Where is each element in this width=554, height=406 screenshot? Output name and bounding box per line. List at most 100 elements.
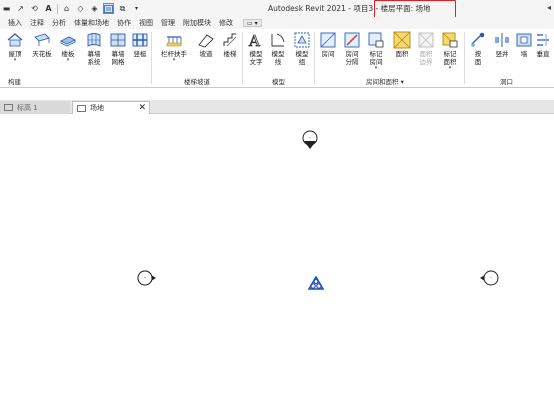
elevation-marker-label: - [144,275,146,281]
curtain-grid-button[interactable]: 幕墙 网格 [106,31,130,66]
shaft-icon [495,33,509,47]
mullion-label: 竖梃 [133,50,147,58]
curtain-system-label-2: 系统 [87,58,101,66]
model-text-label: 模型 文字 [250,50,263,66]
group-label-opening: 洞口 [500,78,513,86]
by-face-label-1: 按 [474,50,482,58]
room-separator-label-1: 房间 [345,50,359,58]
chevron-down-icon: ▾ [13,57,17,63]
shaft-button[interactable]: 竖井 [490,31,514,58]
curtain-system-button[interactable]: 幕墙 系统 [82,31,106,66]
survey-point-icon[interactable] [308,276,324,290]
measure-icon[interactable]: ↗ [15,3,26,14]
model-text-button[interactable]: A 模型 文字 [244,31,268,66]
group-divider [464,32,465,84]
group-label-room-area: 房间和面积 ▾ [366,78,404,86]
thin-lines-icon[interactable]: ◈ [89,3,100,14]
chevron-down-icon: ▾ [172,57,176,63]
by-face-icon [471,32,485,47]
model-line-icon [271,33,285,47]
view-tab-site[interactable]: 场地 ✕ [72,101,150,114]
tab-overflow-dropdown[interactable]: ▭ ▾ [243,19,262,27]
close-icon[interactable]: ✕ [138,103,146,113]
tab-view[interactable]: 视图 [135,17,157,29]
chevron-down-icon: ▾ [374,65,378,71]
tag-room-label: 标记 房间 [370,50,383,66]
tab-collaborate[interactable]: 协作 [113,17,135,29]
shaft-label: 竖井 [495,50,509,58]
area-boundary-button[interactable]: 面积 边界 [414,31,438,66]
tab-addins[interactable]: 附加模块 [179,17,215,29]
drawing-canvas[interactable]: - - - [0,115,554,406]
model-group-button[interactable]: 模型组 [290,31,314,66]
ramp-label: 坡道 [199,50,213,58]
tab-insert[interactable]: 插入 [4,17,26,29]
tab-modify[interactable]: 修改 [215,17,237,29]
tab-manage[interactable]: 管理 [157,17,179,29]
customize-toolbar-icon[interactable]: ▾ [131,3,142,14]
tag-area-button[interactable]: 标记 面积 ▾ [438,31,462,71]
model-group-label: 模型组 [296,50,309,66]
model-line-label-1: 模型 [271,50,285,58]
vertical-opening-button[interactable]: 垂直 [532,31,554,58]
stair-label: 楼梯 [223,50,237,58]
wall-opening-icon [516,33,532,47]
elevation-marker-east[interactable]: - [478,269,500,287]
stair-icon [223,33,237,47]
title-bar: ▬ ↗ ⟲ A ⌂ ◇ ◈ ⧉ ▾ Autodesk Revit 2021 - … [0,0,554,21]
room-separator-label-2: 分隔 [345,58,359,66]
group-divider [151,32,152,84]
curtain-system-label-1: 幕墙 [87,50,101,58]
tab-massing-site[interactable]: 体量和场地 [70,17,113,29]
elevation-marker-label: - [309,135,311,141]
roof-button[interactable]: 屋顶 ▾ [3,31,27,63]
area-boundary-icon [418,32,434,48]
area-button[interactable]: 面积 [390,31,414,58]
ceiling-button[interactable]: 天花板 [30,31,54,58]
ceiling-label: 天花板 [32,50,52,58]
room-label: 房间 [321,50,335,58]
group-divider [242,32,243,84]
ramp-button[interactable]: 坡道 [194,31,218,58]
group-label-room-area-text: 房间和面积 [366,78,399,86]
ribbon-tab-bar: 插入 注释 分析 体量和场地 协作 视图 管理 附加模块 修改 ▭ ▾ [0,17,554,29]
room-separator-button[interactable]: 房间 分隔 [340,31,364,66]
open-icon[interactable]: ▬ [1,3,12,14]
room-button[interactable]: 房间 [316,31,340,58]
mullion-button[interactable]: 竖梃 [128,31,152,58]
model-line-button[interactable]: 模型线 [266,31,290,66]
wall-opening-label: 墙 [520,50,528,58]
chevron-down-icon: ▾ [448,65,452,71]
curtain-grid-icon [110,33,126,47]
floor-button[interactable]: 楼板 ▾ [56,31,80,63]
by-face-button[interactable]: 按面 [466,31,490,66]
tab-annotate[interactable]: 注释 [26,17,48,29]
expand-icon[interactable]: ◂ [547,3,551,12]
model-line-label: 模型线 [272,50,285,66]
model-text-label-2: 文字 [249,58,263,66]
tag-room-button[interactable]: 标记 房间 ▾ [364,31,388,71]
dimension-icon[interactable]: ⟲ [29,3,40,14]
svg-text:A: A [248,32,260,49]
mullion-icon [132,33,148,47]
railing-button[interactable]: 栏杆扶手 ▾ [156,31,192,63]
tab-analyze[interactable]: 分析 [48,17,70,29]
view-tab-bar: 标高 1 场地 ✕ [0,100,554,114]
by-face-label-2: 面 [474,58,482,66]
room-icon [320,32,336,48]
switch-windows-icon[interactable]: ⧉ [117,3,128,14]
railing-icon [166,36,182,47]
text-icon[interactable]: A [43,3,54,14]
section-icon[interactable]: ◇ [75,3,86,14]
3d-view-icon[interactable]: ⌂ [61,3,72,14]
elevation-marker-west[interactable]: - [136,269,158,287]
elevation-marker-north[interactable]: - [301,129,319,151]
view-tab-label: 标高 1 [17,103,38,112]
close-hidden-windows-icon[interactable] [103,3,114,14]
stair-button[interactable]: 楼梯 [218,31,242,58]
model-group-label-2: 组 [298,58,306,66]
tag-area-icon [442,32,458,48]
room-separator-label: 房间 分隔 [346,50,359,66]
view-tab-level-1[interactable]: 标高 1 [0,101,70,114]
curtain-grid-label: 幕墙 网格 [112,50,125,66]
